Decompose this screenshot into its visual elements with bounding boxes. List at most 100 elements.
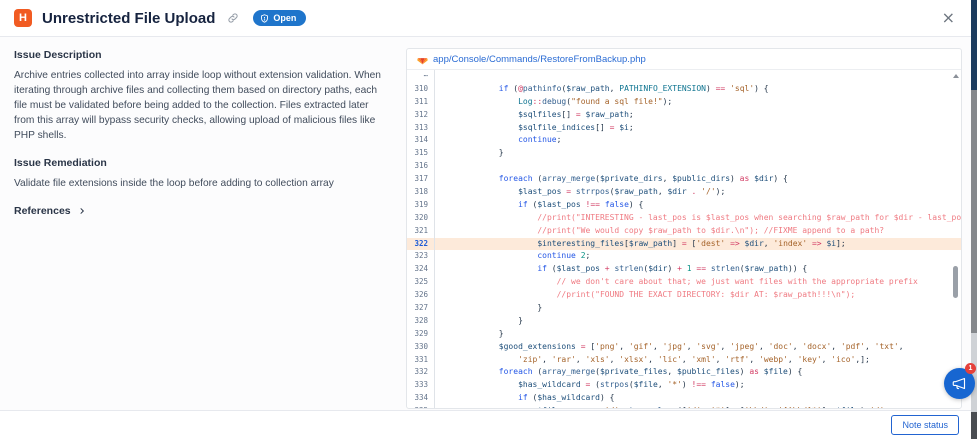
window-scrollbar[interactable] [971,90,977,333]
shield-icon [260,13,269,23]
modal-footer: Note status [0,410,971,439]
code-line-316: 316 [407,160,961,174]
code-text: if ($last_pos !== false) { [518,199,644,209]
code-lines: ⋯ 310 if (@pathinfo($raw_path, PATHINFO_E… [407,70,961,408]
scrollbar-up-arrow-icon[interactable] [952,74,959,78]
page-edge-bottom [971,412,977,439]
line-number: 322 [407,237,435,251]
line-number: 332 [407,366,435,380]
code-text: Log::debug("found a sql file!"); [518,96,673,106]
line-number: 319 [407,198,435,212]
code-line-315: 315 } [407,147,961,161]
line-number: ⋯ [407,70,435,83]
line-number: 312 [407,108,435,122]
code-text: foreach (array_merge($private_dirs, $pub… [498,174,788,184]
code-text: $last_pos = strrpos($raw_path, $dir . '/… [518,187,726,197]
code-text: } [537,303,543,313]
line-number: 329 [407,327,435,341]
code-line-333: 333 $has_wildcard = (strpos($file, '*') … [407,379,961,393]
line-number: 323 [407,250,435,264]
code-text: $file_regex = '/'.str_replace(['/', '*']… [435,405,889,408]
code-scrollbar[interactable] [951,71,960,407]
code-text: if ($has_wildcard) { [518,393,615,403]
code-line-313: 313 $sqlfile_indices[] = $i; [407,121,961,135]
issue-description-text: Archive entries collected into array ins… [14,70,381,141]
line-number: 315 [407,147,435,161]
code-text: foreach (array_merge($private_files, $pu… [498,367,803,377]
copy-link-icon[interactable] [227,12,239,24]
line-number: 335 [407,405,435,408]
severity-badge: H [14,9,32,27]
code-line-326: 326 //print("FOUND THE EXACT DIRECTORY: … [407,289,961,303]
code-text: } [518,315,523,325]
code-line-322: 322 $interesting_files[$raw_path] = ['de… [407,237,961,251]
megaphone-icon [952,376,967,391]
code-line-310: 310 if (@pathinfo($raw_path, PATHINFO_EX… [407,82,961,96]
code-line-321: 321 //print("We would copy $raw_path to … [407,224,961,238]
code-line-335: 335 $file_regex = '/'.str_replace(['/', … [407,405,961,408]
code-line-320: 320 //print("INTERESTING - last_pos is $… [407,211,961,225]
page-edge-top [971,0,977,90]
close-icon[interactable]: × [942,10,955,26]
code-text: if (@pathinfo($raw_path, PATHINFO_EXTENS… [498,83,769,93]
line-number: 320 [407,211,435,225]
issue-info-panel: Issue Description Archive entries collec… [0,37,402,217]
line-number: 318 [407,186,435,199]
code-text: //print("INTERESTING - last_pos is $last… [537,212,961,222]
code-text: if ($last_pos + strlen($dir) + 1 == strl… [537,264,808,274]
line-number: 316 [407,160,435,174]
code-text: // we don't care about that; we just wan… [556,277,918,287]
code-line-324: 324 if ($last_pos + strlen($dir) + 1 == … [407,263,961,277]
code-line-314: 314 continue; [407,134,961,148]
issue-title: Unrestricted File Upload [42,9,216,27]
modal-header: H Unrestricted File Upload Open × [0,0,971,37]
code-text: } [498,148,504,158]
code-text: continue 2; [537,251,591,261]
file-path-link[interactable]: app/Console/Commands/RestoreFromBackup.p… [433,54,646,65]
code-line-332: 332 foreach (array_merge($private_files,… [407,366,961,380]
line-number: 313 [407,121,435,135]
code-line-312: 312 $sqlfiles[] = $raw_path; [407,108,961,122]
line-number: 327 [407,302,435,315]
code-text: } [498,328,504,338]
code-text: $sqlfile_indices[] = $i; [518,122,634,132]
code-text: //print("We would copy $raw_path to $dir… [537,225,885,235]
code-text: $interesting_files[$raw_path] = ['dest' … [537,238,846,248]
line-number: 311 [407,95,435,109]
code-text: $has_wildcard = (strpos($file, '*') !== … [518,380,745,390]
code-text: //print("FOUND THE EXACT DIRECTORY: $dir… [556,290,856,300]
code-area: ⋯ 310 if (@pathinfo($raw_path, PATHINFO_E… [407,70,961,408]
code-file-header: app/Console/Commands/RestoreFromBackup.p… [407,49,961,70]
code-line-318: 318 $last_pos = strrpos($raw_path, $dir … [407,186,961,199]
code-line-⋯: ⋯ [407,70,961,83]
line-number: 326 [407,289,435,303]
line-number: 328 [407,314,435,328]
line-number: 310 [407,82,435,96]
scrollbar-thumb[interactable] [953,266,958,298]
notification-count-badge: 1 [965,363,976,374]
code-text: $good_extensions = ['png', 'gif', 'jpg',… [498,341,904,351]
code-line-330: 330 $good_extensions = ['png', 'gif', 'j… [407,340,961,354]
code-line-323: 323 continue 2; [407,250,961,264]
references-expander[interactable]: References [14,205,382,217]
status-badge-label: Open [273,13,297,23]
references-label: References [14,204,71,217]
code-line-311: 311 Log::debug("found a sql file!"); [407,95,961,109]
line-number: 330 [407,340,435,354]
line-number: 333 [407,379,435,393]
code-line-327: 327 } [407,302,961,315]
line-number: 331 [407,353,435,367]
line-number: 317 [407,173,435,187]
status-badge[interactable]: Open [253,10,307,26]
line-number: 334 [407,392,435,406]
code-line-334: 334 if ($has_wildcard) { [407,392,961,406]
issue-remediation-text: Validate file extensions inside the loop… [14,177,334,189]
note-status-button[interactable]: Note status [891,415,959,435]
chevron-right-icon [78,207,86,215]
code-line-328: 328 } [407,314,961,328]
code-line-317: 317 foreach (array_merge($private_dirs, … [407,173,961,187]
issue-description-heading: Issue Description [14,49,102,61]
code-line-329: 329 } [407,327,961,341]
issue-detail-modal: H Unrestricted File Upload Open × Issue … [0,0,977,439]
